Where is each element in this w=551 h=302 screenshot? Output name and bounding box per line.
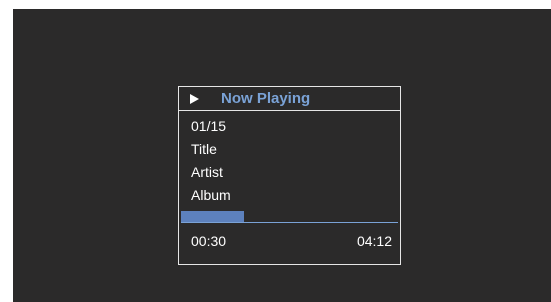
screen-background: Now Playing 01/15 Title Artist Album 00:… [13,9,551,302]
track-number: 01/15 [191,118,227,134]
progress-fill [181,211,244,222]
total-time: 04:12 [356,233,392,249]
progress-bar[interactable] [181,211,398,223]
panel-title: Now Playing [221,90,311,107]
album-name: Album [191,187,231,203]
panel-header: Now Playing [179,87,400,111]
song-title: Title [191,141,217,157]
play-icon [190,94,199,104]
elapsed-time: 00:30 [191,233,227,249]
now-playing-panel: Now Playing 01/15 Title Artist Album 00:… [178,86,401,265]
artist-name: Artist [191,164,223,180]
